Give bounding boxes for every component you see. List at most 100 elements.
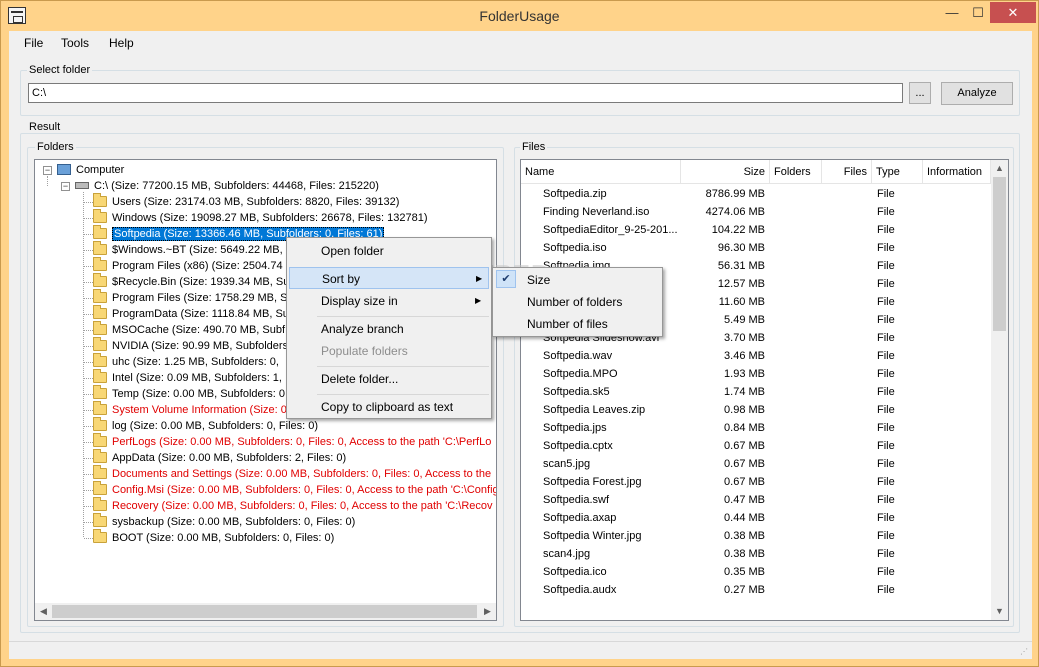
folder-tree-horizontal-scrollbar[interactable]: ◀ ▶ <box>35 603 496 620</box>
tree-node-label: Windows (Size: 19098.27 MB, Subfolders: … <box>112 212 428 224</box>
tree-node-folder[interactable]: Recovery (Size: 0.00 MB, Subfolders: 0, … <box>93 497 493 514</box>
menu-copy-to-clipboard[interactable]: Copy to clipboard as text <box>289 396 489 418</box>
tree-node-folder[interactable]: Documents and Settings (Size: 0.00 MB, S… <box>93 465 491 482</box>
tree-node-folder[interactable]: Config.Msi (Size: 0.00 MB, Subfolders: 0… <box>93 481 496 498</box>
list-item[interactable]: Softpedia Winter.jpg 0.38 MB File <box>521 527 991 545</box>
expand-collapse-icon[interactable]: − <box>43 166 52 175</box>
tree-node-folder[interactable]: ProgramData (Size: 1118.84 MB, Su <box>93 305 289 322</box>
submenu-arrow-icon: ▶ <box>476 274 483 283</box>
files-list[interactable]: Name Size Folders Files Type Information… <box>520 159 1009 621</box>
tree-node-label: AppData (Size: 0.00 MB, Subfolders: 2, F… <box>112 452 347 464</box>
folder-path-input[interactable] <box>28 83 903 103</box>
menu-open-folder[interactable]: Open folder <box>289 240 489 262</box>
list-item[interactable]: Softpedia.swf 0.47 MB File <box>521 491 991 509</box>
list-item[interactable]: scan4.jpg 0.38 MB File <box>521 545 991 563</box>
list-item[interactable]: Softpedia.audx 0.27 MB File <box>521 581 991 599</box>
files-list-vertical-scrollbar[interactable]: ▲ ▼ <box>991 160 1008 620</box>
tree-node-folder[interactable]: System Volume Information (Size: 0. <box>93 401 290 418</box>
menu-analyze-branch[interactable]: Analyze branch <box>289 318 489 340</box>
scroll-down-icon[interactable]: ▼ <box>991 603 1008 620</box>
menu-help[interactable]: Help <box>109 36 134 50</box>
list-item[interactable]: Softpedia.MPO 1.93 MB File <box>521 365 991 383</box>
tree-node-folder[interactable]: Temp (Size: 0.00 MB, Subfolders: 0 <box>93 385 285 402</box>
list-item[interactable]: Softpedia Leaves.zip 0.98 MB File <box>521 401 991 419</box>
tree-node-folder[interactable]: NVIDIA (Size: 90.99 MB, Subfolders <box>93 337 288 354</box>
tree-node-folder[interactable]: AppData (Size: 0.00 MB, Subfolders: 2, F… <box>93 449 347 466</box>
tree-node-folder[interactable]: Program Files (Size: 1758.29 MB, Su <box>93 289 294 306</box>
menu-sort-by[interactable]: Sort by ▶ <box>289 267 489 289</box>
tree-line <box>84 266 93 267</box>
scroll-up-icon[interactable]: ▲ <box>991 160 1008 177</box>
list-item[interactable]: Softpedia.ico 0.35 MB File <box>521 563 991 581</box>
app-window: FolderUsage — ☐ ✕ File Tools Help Select… <box>0 0 1039 667</box>
menu-bar: File Tools Help <box>9 31 1032 55</box>
file-type: File <box>877 530 895 542</box>
tree-node-folder[interactable]: $Windows.~BT (Size: 5649.22 MB, Su <box>93 241 299 258</box>
menu-file[interactable]: File <box>24 36 43 50</box>
tree-node-folder[interactable]: uhc (Size: 1.25 MB, Subfolders: 0, <box>93 353 279 370</box>
list-item[interactable]: Finding Neverland.iso 4274.06 MB File <box>521 203 991 221</box>
tree-node-folder[interactable]: Users (Size: 23174.03 MB, Subfolders: 88… <box>93 193 399 210</box>
tree-line <box>84 474 93 475</box>
browse-button[interactable]: ... <box>909 82 931 104</box>
folder-icon <box>93 337 107 351</box>
tree-node-folder[interactable]: MSOCache (Size: 490.70 MB, Subf <box>93 321 285 338</box>
menu-tools[interactable]: Tools <box>61 36 89 50</box>
resize-grip-icon[interactable]: ⋰ <box>1020 647 1030 657</box>
sort-by-size[interactable]: Size <box>495 269 660 291</box>
maximize-button[interactable]: ☐ <box>965 2 991 23</box>
column-information[interactable]: Information <box>923 160 991 184</box>
tree-line <box>84 250 93 251</box>
tree-node-folder[interactable]: Windows (Size: 19098.27 MB, Subfolders: … <box>93 209 428 226</box>
scrollbar-thumb[interactable] <box>993 177 1006 331</box>
list-item[interactable]: Softpedia Forest.jpg 0.67 MB File <box>521 473 991 491</box>
scrollbar-thumb[interactable] <box>52 605 477 618</box>
list-item[interactable]: Softpedia.sk5 1.74 MB File <box>521 383 991 401</box>
file-type: File <box>877 332 895 344</box>
tree-node-computer[interactable]: Computer <box>57 162 124 178</box>
list-item[interactable]: Softpedia.iso 96.30 MB File <box>521 239 991 257</box>
scroll-left-icon[interactable]: ◀ <box>35 603 52 620</box>
close-button[interactable]: ✕ <box>990 2 1036 23</box>
title-bar[interactable]: FolderUsage — ☐ ✕ <box>1 1 1038 31</box>
list-item[interactable]: Softpedia.axap 0.44 MB File <box>521 509 991 527</box>
list-item[interactable]: scan5.jpg 0.67 MB File <box>521 455 991 473</box>
folder-icon <box>93 289 107 303</box>
minimize-button[interactable]: — <box>939 2 965 23</box>
tree-node-folder[interactable]: PerfLogs (Size: 0.00 MB, Subfolders: 0, … <box>93 433 491 450</box>
file-size: 104.22 MB <box>711 224 765 236</box>
tree-node-folder[interactable]: $Recycle.Bin (Size: 1939.34 MB, Su <box>93 273 289 290</box>
file-size: 0.67 MB <box>724 440 765 452</box>
folder-icon <box>93 305 107 319</box>
sort-by-number-of-folders[interactable]: Number of folders <box>495 291 660 313</box>
tree-node-folder[interactable]: log (Size: 0.00 MB, Subfolders: 0, Files… <box>93 417 318 434</box>
tree-node-drive[interactable]: C:\ (Size: 77200.15 MB, Subfolders: 4446… <box>75 178 379 194</box>
sort-by-number-of-files[interactable]: Number of files <box>495 313 660 335</box>
folder-icon <box>93 241 107 255</box>
tree-node-folder[interactable]: Program Files (x86) (Size: 2504.74 <box>93 257 283 274</box>
list-item[interactable]: Softpedia.cptx 0.67 MB File <box>521 437 991 455</box>
column-type[interactable]: Type <box>872 160 923 184</box>
scroll-right-icon[interactable]: ▶ <box>479 603 496 620</box>
tree-node-folder[interactable]: BOOT (Size: 0.00 MB, Subfolders: 0, File… <box>93 529 334 546</box>
file-type: File <box>877 224 895 236</box>
menu-display-size-in[interactable]: Display size in ▶ <box>289 290 489 312</box>
expand-collapse-icon[interactable]: − <box>61 182 70 191</box>
list-item[interactable]: Softpedia.jps 0.84 MB File <box>521 419 991 437</box>
column-name[interactable]: Name <box>521 160 681 184</box>
file-size: 3.46 MB <box>724 350 765 362</box>
files-list-header: Name Size Folders Files Type Information <box>521 160 991 184</box>
list-item[interactable]: SoftpediaEditor_9-25-201... 104.22 MB File <box>521 221 991 239</box>
column-files[interactable]: Files <box>822 160 872 184</box>
tree-node-folder[interactable]: Intel (Size: 0.09 MB, Subfolders: 1, <box>93 369 282 386</box>
list-item[interactable]: Softpedia.zip 8786.99 MB File <box>521 185 991 203</box>
tree-line <box>83 192 84 537</box>
tree-line <box>84 442 93 443</box>
analyze-button[interactable]: Analyze <box>941 82 1013 105</box>
list-item[interactable]: Softpedia.wav 3.46 MB File <box>521 347 991 365</box>
tree-node-folder[interactable]: sysbackup (Size: 0.00 MB, Subfolders: 0,… <box>93 513 355 530</box>
column-size[interactable]: Size <box>681 160 770 184</box>
menu-delete-folder[interactable]: Delete folder... <box>289 368 489 390</box>
column-folders[interactable]: Folders <box>770 160 822 184</box>
file-name: Softpedia.iso <box>543 242 607 254</box>
